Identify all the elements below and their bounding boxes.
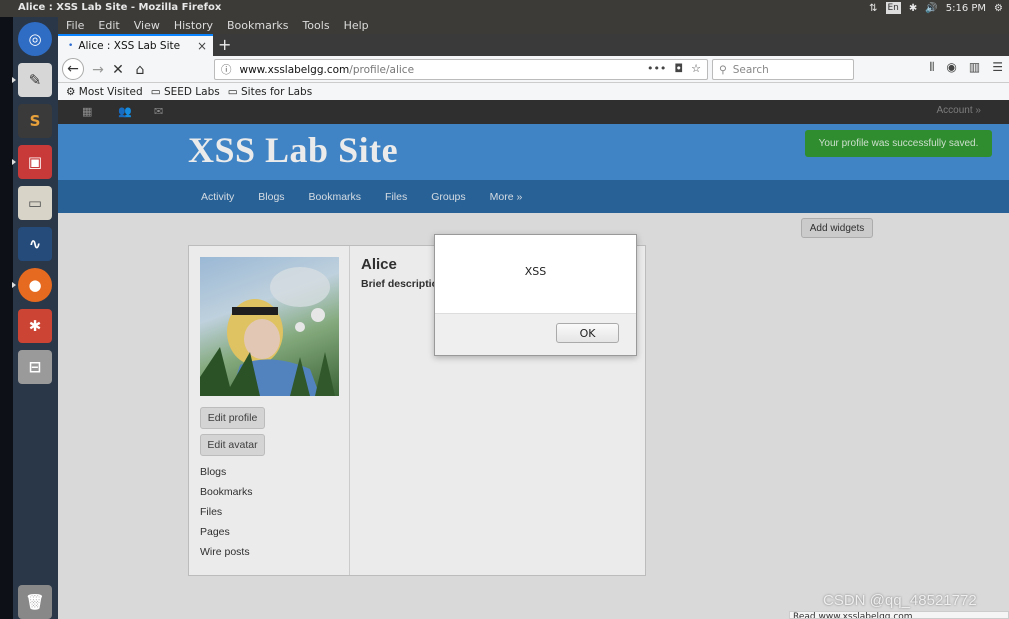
hamburger-menu-icon[interactable]: ☰ bbox=[992, 60, 1003, 75]
search-icon: ⚲ bbox=[719, 63, 727, 76]
window-title: Alice : XSS Lab Site - Mozilla Firefox bbox=[18, 2, 222, 13]
alert-message: XSS bbox=[524, 265, 547, 278]
settings-gear-icon[interactable]: ⚙ bbox=[994, 3, 1003, 14]
os-top-panel: Alice : XSS Lab Site - Mozilla Firefox ⇅… bbox=[0, 0, 1009, 17]
system-tray: ⇅ En ✱ 🔊 5:16 PM ⚙ bbox=[869, 2, 1003, 14]
stop-loading-icon[interactable]: ✕ bbox=[107, 59, 129, 81]
bookmark-star-icon[interactable]: ☆ bbox=[691, 62, 701, 75]
menu-edit[interactable]: Edit bbox=[98, 19, 119, 32]
extension-icon[interactable]: ◉ bbox=[946, 60, 956, 75]
pocket-icon[interactable]: ◘ bbox=[674, 62, 683, 75]
keyboard-layout-indicator[interactable]: En bbox=[885, 2, 901, 14]
file-manager-icon[interactable]: ▭ bbox=[18, 186, 52, 220]
menu-file[interactable]: File bbox=[66, 19, 84, 32]
folder-icon: ▭ bbox=[150, 85, 164, 98]
trash-icon[interactable]: 🗑 bbox=[18, 585, 52, 619]
url-bar[interactable]: ⓘ www.xsslabelgg.com /profile/alice ••• … bbox=[214, 59, 708, 80]
bluetooth-icon[interactable]: ✱ bbox=[909, 3, 917, 14]
new-tab-button[interactable]: + bbox=[218, 35, 231, 54]
watermark: CSDN @qq_48521772 bbox=[823, 592, 977, 609]
network-icon[interactable]: ⇅ bbox=[869, 3, 877, 14]
bookmark-most-visited[interactable]: ⚙ Most Visited bbox=[66, 86, 143, 98]
wireshark-icon[interactable]: ∿ bbox=[18, 227, 52, 261]
alert-dialog: XSS OK bbox=[434, 234, 637, 356]
alert-footer: OK bbox=[435, 313, 636, 355]
toolbar-right: ⫴ ◉ ▥ ☰ bbox=[929, 60, 1003, 75]
terminal-icon[interactable]: ▣ bbox=[12, 145, 52, 179]
system-settings-icon[interactable]: ✱ bbox=[18, 309, 52, 343]
library-icon[interactable]: ⫴ bbox=[929, 60, 934, 75]
modal-overlay bbox=[58, 100, 1009, 619]
search-placeholder: Search bbox=[732, 63, 769, 76]
gear-icon: ⚙ bbox=[66, 85, 79, 98]
firefox-icon[interactable]: ● bbox=[12, 268, 52, 302]
loading-indicator-icon: • bbox=[68, 41, 74, 51]
folder-icon: ▭ bbox=[227, 85, 241, 98]
menu-history[interactable]: History bbox=[174, 19, 213, 32]
bookmarks-toolbar: ⚙ Most Visited ▭ SEED Labs ▭ Sites for L… bbox=[58, 83, 1009, 100]
browser-menu-bar: File Edit View History Bookmarks Tools H… bbox=[58, 17, 1009, 34]
bookmark-seed-labs[interactable]: ▭ SEED Labs bbox=[151, 86, 220, 98]
clock[interactable]: 5:16 PM bbox=[946, 3, 986, 14]
text-editor-icon[interactable]: ✎ bbox=[12, 63, 52, 97]
unity-launcher: ◎ ✎ S ▣ ▭ ∿ ● ✱ ⊟ 🗑 bbox=[12, 17, 58, 619]
home-icon[interactable]: ⌂ bbox=[129, 59, 151, 81]
site-info-icon[interactable]: ⓘ bbox=[221, 62, 232, 77]
menu-tools[interactable]: Tools bbox=[302, 19, 329, 32]
url-host: www.xsslabelgg.com bbox=[239, 63, 350, 76]
page-content: ▦ 👥 ✉ Account » XSS Lab Site Your profil… bbox=[58, 100, 1009, 619]
url-path: /profile/alice bbox=[349, 63, 415, 76]
browser-status-bar: Read www.xsslabelgg.com bbox=[789, 611, 1009, 619]
launcher-edge bbox=[0, 17, 13, 619]
forward-arrow-icon[interactable]: → bbox=[87, 59, 109, 81]
archive-manager-icon[interactable]: ⊟ bbox=[18, 350, 52, 384]
volume-icon[interactable]: 🔊 bbox=[925, 3, 937, 14]
bookmark-sites-for-labs[interactable]: ▭ Sites for Labs bbox=[228, 86, 312, 98]
alert-ok-button[interactable]: OK bbox=[556, 323, 619, 343]
tab-close-button[interactable]: × bbox=[197, 39, 207, 53]
search-input[interactable]: ⚲ Search bbox=[712, 59, 854, 80]
navigation-toolbar: ← → ✕ ⌂ ⓘ www.xsslabelgg.com /profile/al… bbox=[58, 56, 1009, 83]
menu-bookmarks[interactable]: Bookmarks bbox=[227, 19, 288, 32]
back-arrow-icon[interactable]: ← bbox=[62, 58, 84, 80]
tab-title: Alice : XSS Lab Site bbox=[78, 40, 181, 52]
menu-view[interactable]: View bbox=[134, 19, 160, 32]
sublime-text-icon[interactable]: S bbox=[18, 104, 52, 138]
ubuntu-dash-icon[interactable]: ◎ bbox=[18, 22, 52, 56]
tab-alice[interactable]: • Alice : XSS Lab Site × bbox=[58, 34, 213, 56]
menu-help[interactable]: Help bbox=[344, 19, 369, 32]
tab-strip: • Alice : XSS Lab Site × + bbox=[58, 34, 1009, 56]
sidebar-icon[interactable]: ▥ bbox=[969, 60, 980, 75]
page-actions-icon[interactable]: ••• bbox=[647, 62, 666, 75]
